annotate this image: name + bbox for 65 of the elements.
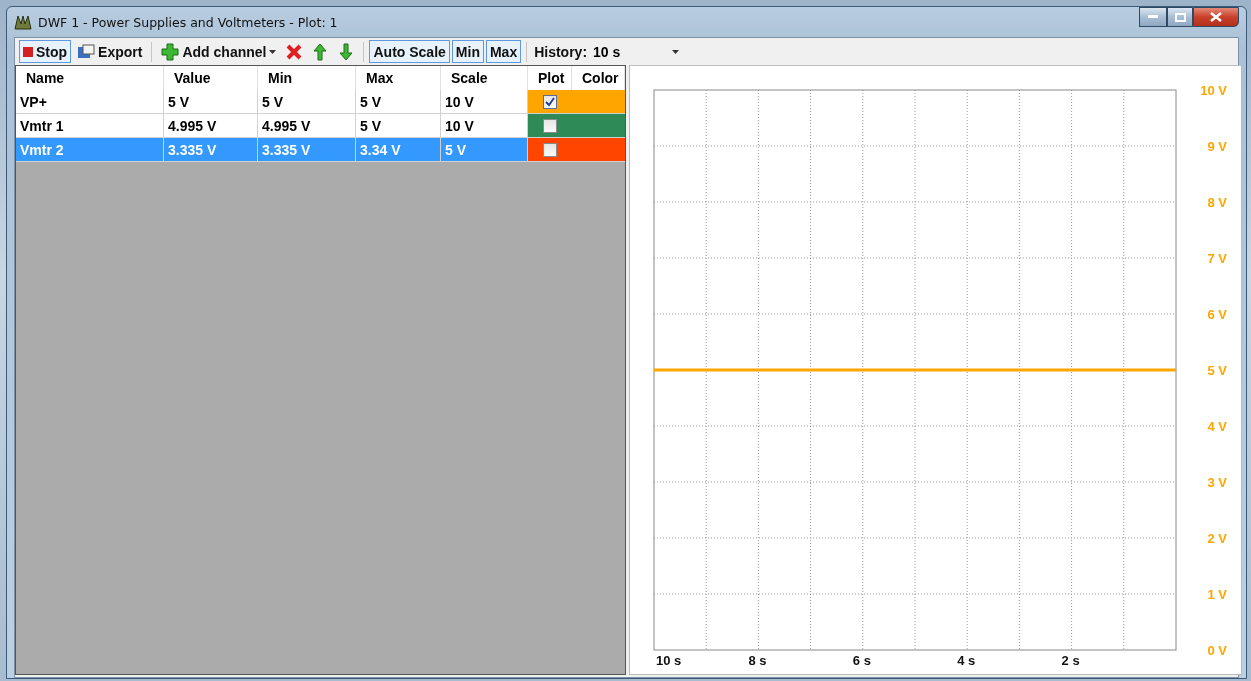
- window-title: DWF 1 - Power Supplies and Voltmeters - Plot: 1: [38, 14, 338, 30]
- y-axis-label: 9 V: [1207, 139, 1227, 154]
- column-header[interactable]: Min: [258, 66, 356, 90]
- table-cell: 10 V: [441, 114, 528, 138]
- y-axis-label: 7 V: [1207, 251, 1227, 266]
- x-axis-label: 8 s: [748, 653, 767, 668]
- table-cell: 4.995 V: [258, 114, 356, 138]
- plot-checkbox[interactable]: [543, 118, 557, 133]
- y-axis-label: 3 V: [1207, 475, 1227, 490]
- export-icon: [77, 43, 96, 60]
- caret-icon[interactable]: [672, 49, 680, 54]
- y-axis-label: 2 V: [1207, 531, 1227, 546]
- auto-scale-button[interactable]: Auto Scale: [369, 40, 450, 63]
- table-cell: 10 V: [441, 90, 528, 114]
- stop-icon: [23, 46, 33, 57]
- table-cell: Vmtr 1: [16, 114, 164, 138]
- y-axis-label: 6 V: [1207, 307, 1227, 322]
- check-icon: [545, 96, 555, 107]
- maximize-icon: [1174, 12, 1186, 22]
- maximize-button[interactable]: [1167, 7, 1193, 27]
- table-cell: 4.995 V: [164, 114, 258, 138]
- table-cell: 3.335 V: [164, 138, 258, 162]
- table-cell: 5 V: [164, 90, 258, 114]
- table-cell: 5 V: [441, 138, 528, 162]
- x-axis-label: 6 s: [852, 653, 871, 668]
- add-channel-button[interactable]: Add channel: [157, 40, 281, 63]
- table-cell: Vmtr 2: [16, 138, 164, 162]
- y-axis-label: 4 V: [1207, 419, 1227, 434]
- y-axis-label: 10 V: [1200, 83, 1227, 98]
- y-axis-label: 0 V: [1207, 643, 1227, 658]
- history-label: History:: [534, 43, 588, 60]
- color-swatch[interactable]: [572, 114, 625, 138]
- x-axis-label: 2 s: [1061, 653, 1080, 668]
- close-button[interactable]: [1193, 7, 1239, 27]
- column-header[interactable]: Max: [356, 66, 441, 90]
- column-header[interactable]: Plot: [528, 66, 572, 90]
- app-logo-icon: [14, 14, 32, 30]
- y-axis-label: 1 V: [1207, 587, 1227, 602]
- color-swatch[interactable]: [572, 90, 625, 114]
- column-header[interactable]: Name: [16, 66, 164, 90]
- stop-button[interactable]: Stop: [19, 40, 72, 63]
- max-button[interactable]: Max: [485, 40, 522, 63]
- plus-icon: [161, 42, 180, 61]
- table-cell: VP+: [16, 90, 164, 114]
- table-cell: 5 V: [356, 114, 441, 138]
- plot-checkbox[interactable]: [543, 94, 557, 109]
- x-axis-label: 4 s: [957, 653, 976, 668]
- x-axis-label: 10 s: [656, 653, 682, 668]
- close-icon: [1210, 12, 1222, 22]
- table-cell: 5 V: [356, 90, 441, 114]
- table-cell: 5 V: [258, 90, 356, 114]
- column-header[interactable]: Value: [164, 66, 258, 90]
- minimize-icon: [1148, 15, 1158, 19]
- plot-checkbox[interactable]: [543, 142, 557, 157]
- color-swatch[interactable]: [572, 138, 625, 162]
- min-button[interactable]: Min: [451, 40, 484, 63]
- column-header[interactable]: Scale: [441, 66, 528, 90]
- y-axis-label: 5 V: [1207, 363, 1227, 378]
- minimize-button[interactable]: [1139, 7, 1167, 27]
- caret-icon[interactable]: [269, 49, 277, 54]
- y-axis-label: 8 V: [1207, 195, 1227, 210]
- column-header[interactable]: Color: [572, 66, 625, 90]
- table-cell: 3.335 V: [258, 138, 356, 162]
- export-button[interactable]: Export: [73, 40, 147, 63]
- table-cell: 3.34 V: [356, 138, 441, 162]
